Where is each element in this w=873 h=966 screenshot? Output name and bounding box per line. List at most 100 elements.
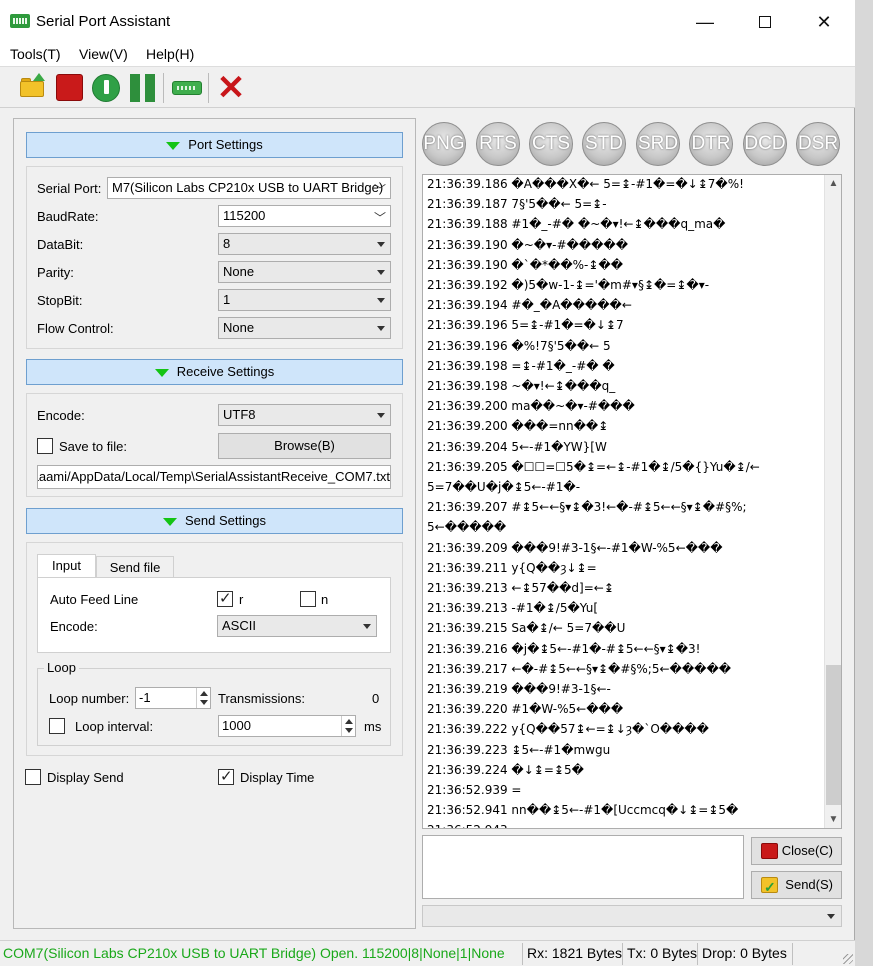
- maximize-button[interactable]: [745, 8, 785, 36]
- menu-help[interactable]: Help(H): [146, 46, 194, 62]
- parity-value: None: [223, 264, 255, 279]
- r-checkbox[interactable]: [217, 589, 233, 607]
- tab-input[interactable]: Input: [37, 554, 96, 578]
- receive-settings-header[interactable]: Receive Settings: [26, 359, 403, 385]
- display-time-checkbox[interactable]: [218, 767, 234, 785]
- status-separator: [697, 943, 698, 965]
- receive-line: 21:36:39.196 5=↨-#1�=�↓↨7: [427, 318, 624, 333]
- send-textarea[interactable]: [422, 835, 744, 899]
- baudrate-select[interactable]: 115200 ﹀: [218, 205, 391, 227]
- serial-port-icon[interactable]: [172, 73, 202, 103]
- receive-scrollbar[interactable]: ▲ ▼: [824, 175, 841, 828]
- title-bar: Serial Port Assistant — ✕: [0, 0, 855, 44]
- receive-line: 21:36:39.220 #1�W-%5←���: [427, 702, 624, 717]
- port-settings-header[interactable]: Port Settings: [26, 132, 403, 158]
- n-checkbox[interactable]: [300, 591, 316, 607]
- loop-number-label: Loop number:: [49, 691, 130, 706]
- scroll-up-icon[interactable]: ▲: [825, 175, 841, 192]
- png-indicator: PNG: [422, 122, 466, 166]
- chevron-down-icon: ﹀: [373, 211, 386, 225]
- receive-textarea[interactable]: 21:36:39.186 �A���X�← 5=↨-#1�=�↓↨7�%! 21:…: [422, 174, 842, 829]
- toolbar-separator: [163, 73, 164, 103]
- receive-line: 21:36:39.200 ���=nn��↨: [427, 419, 609, 434]
- send-button[interactable]: Send(S): [751, 871, 842, 900]
- cts-indicator: CTS: [529, 122, 573, 166]
- receive-encode-value: UTF8: [223, 407, 256, 422]
- send-encode-value: ASCII: [222, 618, 256, 633]
- receive-line: 21:36:39.223 ↨5←-#1�mwgu: [427, 742, 611, 757]
- close-port-label: Close(C): [781, 843, 833, 858]
- exit-icon[interactable]: ✕: [216, 71, 246, 105]
- receive-line: 21:36:52.941 nn��↨5←-#1�[Uccmcq�↓↨=↨5�: [427, 803, 739, 818]
- status-separator: [792, 943, 793, 965]
- close-window-button[interactable]: ✕: [804, 8, 844, 36]
- stopbit-select[interactable]: 1: [218, 289, 391, 311]
- databit-select[interactable]: 8: [218, 233, 391, 255]
- save-to-file-checkbox[interactable]: [37, 438, 53, 454]
- send-encode-label: Encode:: [50, 619, 98, 634]
- flow-control-value: None: [223, 320, 255, 335]
- loop-interval-value: 1000: [222, 718, 251, 733]
- spin-arrows-icon[interactable]: [341, 716, 355, 736]
- receive-encode-select[interactable]: UTF8: [218, 404, 391, 426]
- srd-indicator: SRD: [636, 122, 680, 166]
- close-port-button[interactable]: Close(C): [751, 837, 842, 865]
- parity-label: Parity:: [37, 265, 74, 280]
- pause-icon[interactable]: [128, 73, 158, 103]
- receive-line: 5=7��U�j�↨5←-#1�-: [427, 480, 581, 494]
- stop-icon: [761, 843, 778, 859]
- rts-indicator[interactable]: RTS: [476, 122, 520, 166]
- open-folder-icon[interactable]: [18, 73, 48, 103]
- send-settings-title: Send Settings: [185, 513, 266, 528]
- send-history-select[interactable]: [422, 905, 842, 927]
- spin-arrows-icon[interactable]: [196, 688, 210, 708]
- dropdown-caret-icon: [377, 270, 385, 275]
- collapse-triangle-icon: [163, 517, 178, 526]
- dtr-indicator[interactable]: DTR: [689, 122, 733, 166]
- receive-line: 21:36:39.217 ←�-#↨5←←§▾↨�#§%;5←�����: [427, 661, 732, 676]
- scroll-down-icon[interactable]: ▼: [825, 811, 841, 828]
- menu-bar: Tools(T) View(V) Help(H): [0, 44, 855, 66]
- loop-number-spinbox[interactable]: -1: [135, 687, 211, 709]
- tab-send-file[interactable]: Send file: [96, 556, 174, 578]
- serial-port-label: Serial Port:: [37, 181, 102, 196]
- receive-line: 21:36:39.194 #�_�A�����←: [427, 298, 632, 313]
- flow-control-select[interactable]: None: [218, 317, 391, 339]
- send-icon: [761, 874, 778, 900]
- toolbar-separator: [208, 73, 209, 103]
- scroll-thumb[interactable]: [826, 665, 841, 805]
- menu-tools[interactable]: Tools(T): [10, 46, 61, 62]
- receive-line: 21:36:39.224 �↓↨=↨5�: [427, 762, 584, 777]
- clear-icon[interactable]: [91, 73, 121, 103]
- dropdown-caret-icon: [377, 413, 385, 418]
- loop-interval-spinbox[interactable]: 1000: [218, 715, 356, 737]
- collapse-triangle-icon: [154, 368, 169, 377]
- receive-line: 21:36:39.187 7§'5��← 5=↨-: [427, 197, 607, 212]
- serial-port-select[interactable]: M7(Silicon Labs CP210x USB to UART Bridg…: [107, 177, 391, 199]
- collapse-triangle-icon: [166, 141, 181, 150]
- parity-select[interactable]: None: [218, 261, 391, 283]
- send-encode-select[interactable]: ASCII: [217, 615, 377, 637]
- status-separator: [522, 943, 523, 965]
- databit-value: 8: [223, 236, 231, 251]
- resize-grip[interactable]: [843, 954, 853, 964]
- loop-interval-checkbox[interactable]: [49, 718, 65, 734]
- std-indicator: STD: [582, 122, 626, 166]
- receive-line: 21:36:39.200 ma��~�▾-#���: [427, 399, 635, 414]
- chevron-down-icon: ﹀: [373, 183, 386, 197]
- receive-line: 21:36:52.939 =: [427, 783, 522, 797]
- minimize-button[interactable]: —: [685, 8, 725, 36]
- stop-icon[interactable]: [55, 73, 85, 103]
- display-send-checkbox[interactable]: [25, 769, 41, 785]
- ms-label: ms: [364, 719, 382, 734]
- file-path-field[interactable]: aaami/AppData/Local/Temp\SerialAssistant…: [37, 465, 391, 489]
- send-settings-header[interactable]: Send Settings: [26, 508, 403, 534]
- serial-port-icon: [10, 14, 30, 28]
- loop-interval-label: Loop interval:: [75, 719, 154, 734]
- menu-view[interactable]: View(V): [79, 46, 128, 62]
- receive-line: 21:36:39.213 -#1�↨/5�Yu[: [427, 601, 599, 616]
- databit-label: DataBit:: [37, 237, 84, 252]
- receive-line: 21:36:39.219 ���9!#3-1§←-: [427, 682, 611, 696]
- browse-button[interactable]: Browse(B): [218, 433, 391, 459]
- rx-count: Rx: 1821 Bytes: [527, 945, 622, 961]
